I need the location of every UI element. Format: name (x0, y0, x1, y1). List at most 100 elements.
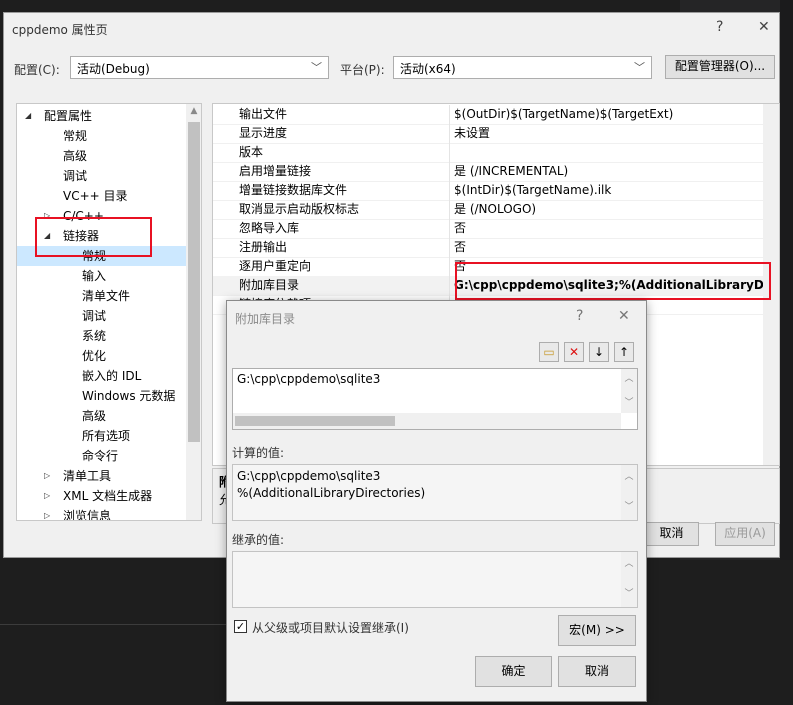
property-row[interactable]: 忽略导入库 否 (213, 219, 763, 239)
property-name: 取消显示启动版权标志 (239, 202, 360, 216)
help-button[interactable]: ? (716, 19, 723, 35)
config-select[interactable]: 活动(Debug) ﹀ (70, 56, 329, 79)
library-dirs-dialog: 附加库目录 ? ✕ ▭ ✕ ↓ ↑ G:\cpp\cppdemo\sqlite3… (226, 300, 647, 702)
dialog-help-button[interactable]: ? (576, 308, 583, 324)
tree-item[interactable]: ◢ 配置属性 (17, 106, 187, 126)
property-name: 输出文件 (239, 107, 288, 121)
property-value[interactable]: 是 (/NOLOGO) (454, 200, 536, 218)
delete-button[interactable]: ✕ (564, 342, 584, 362)
tree-item[interactable]: ▷ XML 文档生成器 (17, 486, 187, 506)
tree-item[interactable]: 高级 (17, 146, 187, 166)
column-divider (449, 219, 450, 238)
column-divider (449, 238, 450, 257)
macro-button[interactable]: 宏(M) >> (558, 615, 636, 646)
tree-item[interactable]: 命令行 (17, 446, 187, 466)
property-row[interactable]: 输出文件 $(OutDir)$(TargetName)$(TargetExt) (213, 105, 763, 125)
property-value[interactable]: 未设置 (454, 124, 490, 142)
inherited-scrollbar[interactable]: ︿ ﹀ (621, 552, 637, 607)
list-hscroll-thumb[interactable] (235, 416, 395, 426)
property-value[interactable]: 是 (/INCREMENTAL) (454, 162, 568, 180)
list-hscrollbar[interactable] (233, 413, 621, 429)
property-value[interactable]: 否 (454, 238, 466, 256)
scroll-down-icon[interactable]: ﹀ (621, 395, 637, 408)
collapsed-caret-icon[interactable]: ▷ (44, 486, 50, 506)
property-row[interactable]: 启用增量链接 是 (/INCREMENTAL) (213, 162, 763, 182)
tree-item-label: 高级 (82, 409, 107, 423)
platform-select-value: 活动(x64) (400, 62, 456, 76)
tree-item-label: 清单工具 (63, 469, 112, 483)
scroll-up-icon[interactable]: ︿ (621, 469, 637, 482)
tree-item[interactable]: ▷ 清单工具 (17, 466, 187, 486)
property-value[interactable]: $(OutDir)$(TargetName)$(TargetExt) (454, 105, 673, 123)
list-vscrollbar[interactable]: ︿ ﹀ (621, 369, 637, 413)
inherited-label: 继承的值: (232, 533, 285, 547)
window-apply-button[interactable]: 应用(A) (715, 522, 775, 546)
tree-item-label: 调试 (63, 169, 88, 183)
computed-scrollbar[interactable]: ︿ ﹀ (621, 465, 637, 520)
tree-item[interactable]: 调试 (17, 306, 187, 326)
tree-item[interactable]: 优化 (17, 346, 187, 366)
scroll-down-icon[interactable]: ﹀ (621, 499, 637, 512)
tree-item[interactable]: 输入 (17, 266, 187, 286)
collapsed-caret-icon[interactable]: ▷ (44, 506, 50, 520)
move-up-button[interactable]: ↑ (614, 342, 634, 362)
property-name: 逐用户重定向 (239, 259, 312, 273)
tree-item-label: XML 文档生成器 (63, 489, 153, 503)
property-name: 增量链接数据库文件 (239, 183, 348, 197)
property-row[interactable]: 注册输出 否 (213, 238, 763, 258)
tree-item[interactable]: ▷ 浏览信息 (17, 506, 187, 520)
dialog-cancel-button[interactable]: 取消 (558, 656, 636, 687)
column-divider (449, 124, 450, 143)
tree-item-label: 优化 (82, 349, 107, 363)
inherited-values-box: ︿ ﹀ (232, 551, 638, 608)
new-folder-icon: ▭ (543, 345, 555, 359)
tree-scroll-thumb[interactable] (188, 122, 200, 442)
property-value[interactable]: 否 (454, 219, 466, 237)
property-row[interactable]: 显示进度 未设置 (213, 124, 763, 144)
platform-select[interactable]: 活动(x64) ﹀ (393, 56, 652, 79)
column-divider (449, 162, 450, 181)
computed-values-box: G:\cpp\cppdemo\sqlite3 %(AdditionalLibra… (232, 464, 638, 521)
window-title: cppdemo 属性页 (12, 23, 108, 37)
tree-item[interactable]: 高级 (17, 406, 187, 426)
property-row[interactable]: 取消显示启动版权标志 是 (/NOLOGO) (213, 200, 763, 220)
column-divider (449, 181, 450, 200)
window-cancel-button[interactable]: 取消 (644, 522, 699, 546)
tree-item[interactable]: 系统 (17, 326, 187, 346)
close-button[interactable]: ✕ (758, 19, 770, 35)
scroll-down-icon[interactable]: ﹀ (621, 586, 637, 599)
config-manager-button[interactable]: 配置管理器(O)... (665, 55, 775, 79)
tree-item[interactable]: 嵌入的 IDL (17, 366, 187, 386)
property-name: 注册输出 (239, 240, 288, 254)
scroll-up-icon[interactable]: ︿ (621, 556, 637, 569)
inherit-checkbox[interactable]: ✓ (234, 620, 247, 633)
dialog-title: 附加库目录 (235, 312, 296, 326)
property-row[interactable]: 版本 (213, 143, 763, 163)
dialog-close-button[interactable]: ✕ (618, 308, 630, 324)
scroll-up-icon[interactable]: ︿ (621, 371, 637, 384)
ok-button[interactable]: 确定 (475, 656, 552, 687)
tree-item[interactable]: 调试 (17, 166, 187, 186)
tree-item[interactable]: VC++ 目录 (17, 186, 187, 206)
column-divider (449, 257, 450, 276)
move-down-button[interactable]: ↓ (589, 342, 609, 362)
tree-item[interactable]: 常规 (17, 126, 187, 146)
property-name: 启用增量链接 (239, 164, 312, 178)
tree-item[interactable]: 清单文件 (17, 286, 187, 306)
expanded-caret-icon[interactable]: ◢ (25, 106, 31, 126)
column-divider (449, 143, 450, 162)
directory-list[interactable]: G:\cpp\cppdemo\sqlite3 ︿ ﹀ (232, 368, 638, 430)
tree-scrollbar[interactable]: ▲ (186, 104, 201, 520)
collapsed-caret-icon[interactable]: ▷ (44, 466, 50, 486)
tree-item-label: 嵌入的 IDL (82, 369, 142, 383)
directory-entry[interactable]: G:\cpp\cppdemo\sqlite3 (237, 372, 380, 386)
new-line-button[interactable]: ▭ (539, 342, 559, 362)
tree-item-label: Windows 元数据 (82, 389, 176, 403)
tree-item[interactable]: Windows 元数据 (17, 386, 187, 406)
property-tree[interactable]: ◢ 配置属性 常规 高级 调试 VC++ 目录 ▷ C/C++ ◢ 链接器 常规 输入 清单文件 调试 系统… (16, 103, 202, 521)
tree-item-label: 常规 (63, 129, 88, 143)
property-row[interactable]: 增量链接数据库文件 $(IntDir)$(TargetName).ilk (213, 181, 763, 201)
tree-item[interactable]: 所有选项 (17, 426, 187, 446)
scroll-up-icon[interactable]: ▲ (186, 106, 201, 116)
property-value[interactable]: $(IntDir)$(TargetName).ilk (454, 181, 611, 199)
